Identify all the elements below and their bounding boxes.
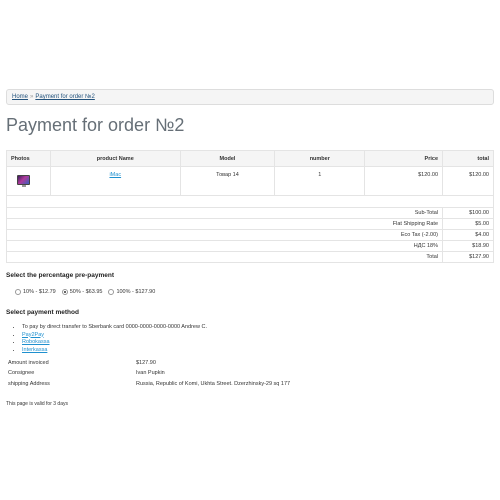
- totals-label: Total: [5, 251, 444, 263]
- breadcrumb-home-link[interactable]: Home: [12, 94, 28, 100]
- totals-label: НДС 18%: [5, 240, 444, 252]
- product-photo-cell: [6, 166, 51, 196]
- radio-button[interactable]: [108, 289, 115, 295]
- col-header-name: product Name: [49, 150, 181, 167]
- col-header-number: number: [274, 150, 366, 167]
- totals-row-subtotal: Sub-Total $100.00: [5, 207, 494, 219]
- totals-row-total: Total $127.90: [5, 251, 494, 263]
- payment-method-item: Robokassa: [22, 339, 207, 347]
- prepayment-option-10[interactable]: 10% - $12.79: [15, 289, 56, 295]
- payment-method-pay2pay-link[interactable]: Pay2Pay: [22, 332, 44, 338]
- prepayment-option-50[interactable]: 50% - $63.95: [61, 289, 103, 295]
- totals-value: $18.90: [442, 240, 494, 252]
- info-label: Consignee: [8, 370, 35, 376]
- product-model: Товар 14: [179, 166, 276, 196]
- info-value: $127.90: [136, 360, 156, 366]
- info-label: shipping Address: [8, 381, 50, 387]
- product-price: $120.00: [364, 166, 444, 196]
- totals-value: $127.90: [442, 251, 494, 263]
- payment-method-item: Interkassa: [22, 347, 207, 355]
- radio-button[interactable]: [15, 289, 21, 295]
- totals-label: Flat Shipping Rate: [5, 218, 444, 230]
- totals-row-vat: НДС 18% $18.90: [5, 240, 494, 252]
- table-row-spacer: [6, 195, 494, 208]
- info-value: Ivan Pupkin: [136, 370, 165, 376]
- prepayment-option-label: 10% - $12.79: [23, 289, 56, 295]
- prepayment-option-label: 100% - $127.90: [116, 289, 156, 295]
- payment-method-title: Select payment method: [6, 309, 79, 316]
- prepayment-option-100[interactable]: 100% - $127.90: [108, 289, 155, 295]
- totals-label: Eco Tax (-2.00): [5, 229, 444, 241]
- payment-method-item: Pay2Pay: [22, 332, 207, 340]
- payment-method-robokassa-link[interactable]: Robokassa: [22, 339, 50, 345]
- payment-method-list: To pay by direct transfer to Sberbank ca…: [18, 324, 207, 354]
- totals-value: $4.00: [442, 229, 494, 241]
- totals-row-ecotax: Eco Tax (-2.00) $4.00: [5, 229, 494, 241]
- radio-button-selected[interactable]: [61, 289, 68, 295]
- col-header-price: Price: [364, 150, 444, 167]
- order-table: Photos product Name Model number Price t…: [5, 150, 494, 263]
- col-header-total: total: [442, 150, 494, 167]
- totals-value: $100.00: [442, 207, 494, 219]
- imac-thumbnail-icon[interactable]: [17, 175, 30, 187]
- prepayment-options: 10% - $12.79 50% - $63.95 100% - $127.90: [15, 289, 155, 295]
- prepayment-option-label: 50% - $63.95: [69, 289, 103, 295]
- totals-label: Sub-Total: [5, 207, 444, 219]
- product-name-link[interactable]: iMac: [109, 172, 121, 178]
- validity-note: This page is valid for 3 days: [6, 401, 68, 407]
- breadcrumb-separator: »: [30, 94, 34, 100]
- payment-method-item: To pay by direct transfer to Sberbank ca…: [22, 324, 207, 332]
- breadcrumb-current-link[interactable]: Payment for order №2: [35, 94, 94, 100]
- product-quantity: 1: [274, 166, 366, 196]
- col-header-photo: Photos: [6, 150, 51, 167]
- breadcrumb: Home» Payment for order №2: [6, 89, 494, 105]
- page-title: Payment for order №2: [6, 115, 185, 135]
- payment-method-interkassa-link[interactable]: Interkassa: [22, 347, 47, 353]
- totals-value: $5.00: [442, 218, 494, 230]
- table-row: iMac Товар 14 1 $120.00 $120.00: [6, 166, 494, 196]
- product-name-cell: iMac: [49, 166, 181, 196]
- payment-method-sberbank: To pay by direct transfer to Sberbank ca…: [22, 324, 207, 330]
- product-total: $120.00: [442, 166, 494, 196]
- info-value: Russia, Republic of Komi, Ukhta Street. …: [136, 381, 291, 387]
- prepayment-title: Select the percentage pre-payment: [6, 272, 115, 279]
- totals-row-shipping: Flat Shipping Rate $5.00: [5, 218, 494, 230]
- info-label: Amount invoiced: [8, 360, 49, 366]
- col-header-model: Model: [179, 150, 276, 167]
- table-header-row: Photos product Name Model number Price t…: [6, 150, 494, 167]
